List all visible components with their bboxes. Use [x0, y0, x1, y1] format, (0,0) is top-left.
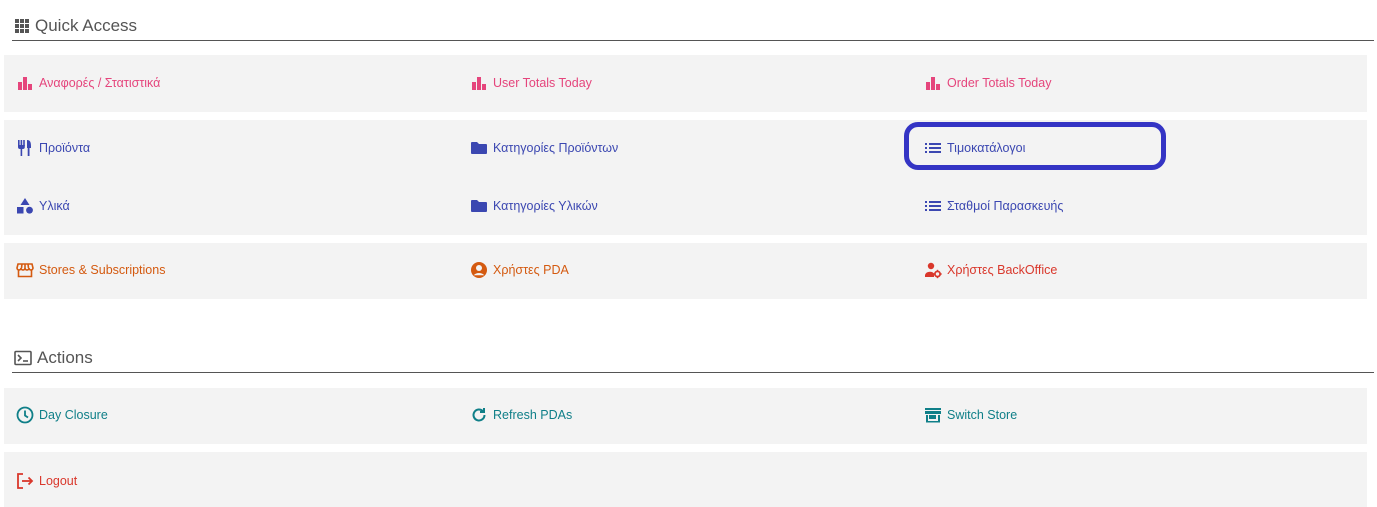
price-lists-label: Τιμοκατάλογοι	[947, 141, 1026, 155]
product-categories-label: Κατηγορίες Προϊόντων	[493, 141, 619, 155]
price-lists-link[interactable]: Τιμοκατάλογοι	[924, 138, 1025, 158]
user-totals-today-link[interactable]: User Totals Today	[470, 73, 592, 93]
logout-button[interactable]: Logout	[16, 471, 77, 491]
bar-chart-icon	[470, 74, 488, 92]
day-closure-button[interactable]: Day Closure	[16, 405, 108, 425]
preparation-stations-label: Σταθμοί Παρασκευής	[947, 199, 1064, 213]
ingredients-label: Υλικά	[39, 199, 70, 213]
list-icon	[924, 139, 942, 157]
logout-label: Logout	[39, 474, 78, 488]
catalog-panel: Προϊόντα Κατηγορίες Προϊόντων Τιμοκατάλο…	[4, 120, 1367, 235]
pda-users-link[interactable]: Χρήστες PDA	[470, 260, 569, 280]
storefront-icon	[16, 261, 34, 279]
bar-chart-icon	[924, 74, 942, 92]
actions-header: Actions	[12, 344, 1374, 373]
backoffice-users-label: Χρήστες BackOffice	[947, 263, 1058, 277]
terminal-icon	[14, 350, 32, 366]
products-label: Προϊόντα	[39, 141, 91, 155]
order-totals-today-label: Order Totals Today	[947, 76, 1052, 90]
actions-panel: Day Closure Refresh PDAs Switch Store	[4, 388, 1367, 444]
day-closure-label: Day Closure	[39, 408, 108, 422]
bar-chart-icon	[16, 74, 34, 92]
stores-subscriptions-link[interactable]: Stores & Subscriptions	[16, 260, 165, 280]
reports-statistics-link[interactable]: Αναφορές / Στατιστικά	[16, 73, 160, 93]
switch-store-button[interactable]: Switch Store	[924, 405, 1017, 425]
reports-statistics-label: Αναφορές / Στατιστικά	[39, 76, 161, 90]
stores-subscriptions-label: Stores & Subscriptions	[39, 263, 166, 277]
products-link[interactable]: Προϊόντα	[16, 138, 90, 158]
list-icon	[924, 197, 942, 215]
quick-access-title: Quick Access	[35, 16, 138, 35]
refresh-icon	[470, 406, 488, 424]
switch-store-label: Switch Store	[947, 408, 1018, 422]
backoffice-users-link[interactable]: Χρήστες BackOffice	[924, 260, 1057, 280]
refresh-pdas-button[interactable]: Refresh PDAs	[470, 405, 572, 425]
order-totals-today-link[interactable]: Order Totals Today	[924, 73, 1051, 93]
ingredient-categories-link[interactable]: Κατηγορίες Υλικών	[470, 196, 598, 216]
actions-title: Actions	[37, 348, 93, 367]
logout-panel: Logout	[4, 452, 1367, 507]
cutlery-icon	[16, 139, 34, 157]
folder-icon	[470, 139, 488, 157]
refresh-pdas-label: Refresh PDAs	[493, 408, 573, 422]
admin-panel: Stores & Subscriptions Χρήστες PDA Χρήστ…	[4, 243, 1367, 299]
user-totals-today-label: User Totals Today	[493, 76, 592, 90]
clock-icon	[16, 406, 34, 424]
shapes-icon	[16, 197, 34, 215]
preparation-stations-link[interactable]: Σταθμοί Παρασκευής	[924, 196, 1063, 216]
user-circle-icon	[470, 261, 488, 279]
ingredients-link[interactable]: Υλικά	[16, 196, 70, 216]
grid-icon	[14, 18, 30, 34]
folder-icon	[470, 197, 488, 215]
pda-users-label: Χρήστες PDA	[493, 263, 569, 277]
quick-access-header: Quick Access	[12, 12, 1374, 41]
ingredient-categories-label: Κατηγορίες Υλικών	[493, 199, 598, 213]
store-icon	[924, 406, 942, 424]
reports-panel: Αναφορές / Στατιστικά User Totals Today …	[4, 55, 1367, 112]
product-categories-link[interactable]: Κατηγορίες Προϊόντων	[470, 138, 618, 158]
user-cog-icon	[924, 261, 942, 279]
logout-icon	[16, 472, 34, 490]
